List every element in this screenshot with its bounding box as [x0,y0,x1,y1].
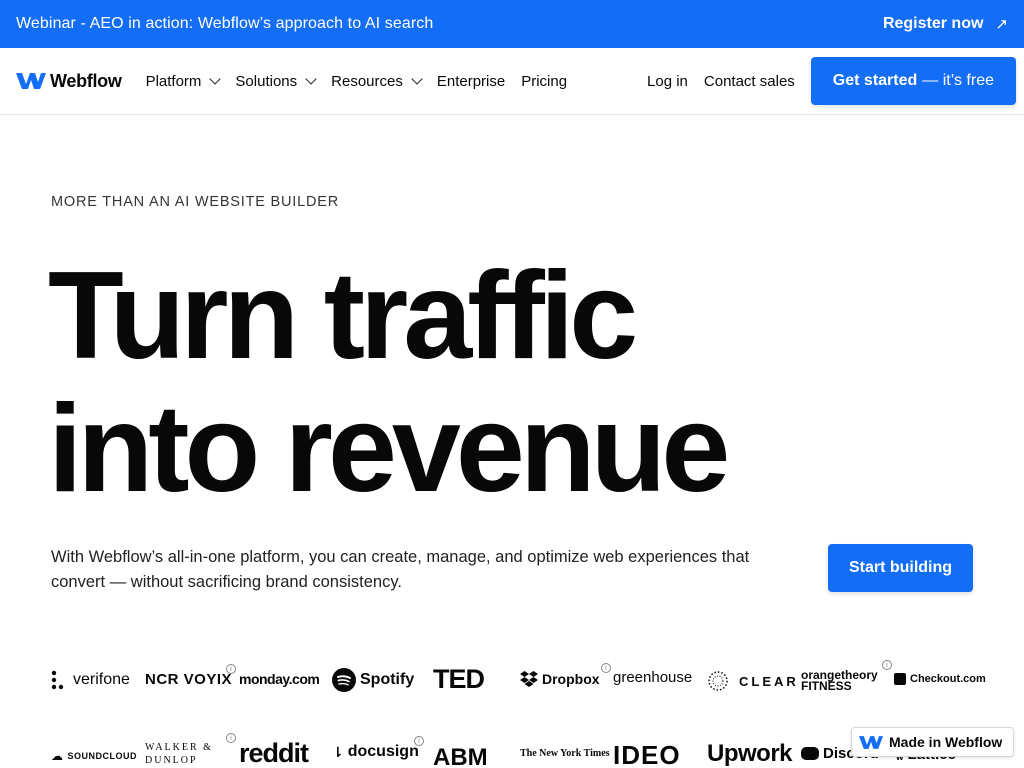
webflow-logo[interactable]: Webflow [16,71,122,92]
info-icon[interactable]: i [414,736,424,746]
info-icon[interactable]: i [226,733,236,743]
banner-text: Webinar - AEO in action: Webflow’s appro… [16,15,434,32]
nav-menu: Platform Solutions Resources Enterprise … [146,73,584,90]
nav-item-label: Pricing [521,72,568,90]
hero-subtext: With Webflow’s all-in-one platform, you … [51,548,750,591]
chevron-down-icon [209,72,222,85]
nav-item-resources[interactable]: Resources [331,73,431,90]
headline-line-1: Turn traffic [48,247,638,385]
register-now-link[interactable]: Register now ↗ [883,15,1008,33]
nav-item-label: Platform [145,72,202,90]
chevron-down-icon [305,72,317,85]
spotify-logo: Spotify [332,668,414,692]
greenhouse-logo: greenhouse [613,669,693,686]
nav-item-platform[interactable]: Platform [146,73,230,90]
abm-logo: ABM [433,744,488,768]
announcement-banner: Webinar - AEO in action: Webflow’s appro… [0,0,1024,48]
docusign-logo: ⇂ docusign [332,743,419,760]
dropbox-icon [520,671,538,687]
get-started-suffix: — it’s free [922,72,994,89]
badge-label: Made in Webflow [889,734,1003,750]
soundcloud-logo: ☁ SOUNDCLOUD [51,749,137,763]
nav-item-label: Solutions [235,72,298,90]
nav-actions: Log in Contact sales Get started — it’s … [647,57,1016,105]
monday-logo: monday.com [239,671,320,687]
get-started-button[interactable]: Get started — it’s free [810,57,1016,105]
chevron-down-icon [411,72,423,85]
upwork-logo: Upwork [707,740,793,767]
ideo-logo: IDEO [613,740,681,768]
checkout-logo: Checkout.com [894,673,986,685]
clear-mark-icon [708,671,728,691]
arrow-up-right-icon: ↗ [995,16,1008,33]
ncr-voyix-logo: NCR VOYIX [145,671,233,688]
register-now-label: Register now [882,15,984,32]
nyt-logo: The New York Times [520,748,610,759]
ted-logo: TED [433,664,485,694]
verifone-mark-icon [51,670,64,690]
headline-line-2: into revenue [48,380,730,518]
nav-item-label: Resources [331,72,403,90]
webflow-logo-icon [16,73,46,89]
discord-icon [801,747,819,760]
info-icon[interactable]: i [601,663,611,673]
nav-item-pricing[interactable]: Pricing [521,73,577,90]
clear-logo: CLEAR [707,670,799,692]
logo-text: Webflow [50,70,122,91]
hero-eyebrow: MORE THAN AN AI WEBSITE BUILDER [51,194,340,210]
webflow-logo-icon [859,735,883,749]
info-icon[interactable]: i [882,660,892,670]
spotify-icon [332,668,356,692]
reddit-logo: reddit [239,738,309,768]
walker-dunlop-logo: WALKER & DUNLOP [145,742,213,766]
nav-item-label: Enterprise [436,72,506,90]
nav-item-enterprise[interactable]: Enterprise [437,73,515,90]
start-building-button[interactable]: Start building [828,544,973,592]
main-navigation: Webflow Platform Solutions Resources Ent… [0,48,1024,115]
get-started-label: Get started [832,72,918,89]
dropbox-logo: Dropbox [520,671,600,687]
nav-item-solutions[interactable]: Solutions [235,73,325,90]
docusign-icon: ⇂ [332,743,344,760]
contact-sales-link[interactable]: Contact sales [704,73,795,90]
soundcloud-icon: ☁ [51,749,64,763]
hero-headline: Turn traffic into revenue [48,247,730,518]
info-icon[interactable]: i [226,664,236,674]
checkout-icon [894,673,906,685]
orangetheory-logo: orangetheory FITNESS [801,668,878,693]
verifone-logo: verifone [51,670,130,690]
log-in-link[interactable]: Log in [647,73,688,90]
made-in-webflow-badge[interactable]: Made in Webflow [851,727,1014,757]
